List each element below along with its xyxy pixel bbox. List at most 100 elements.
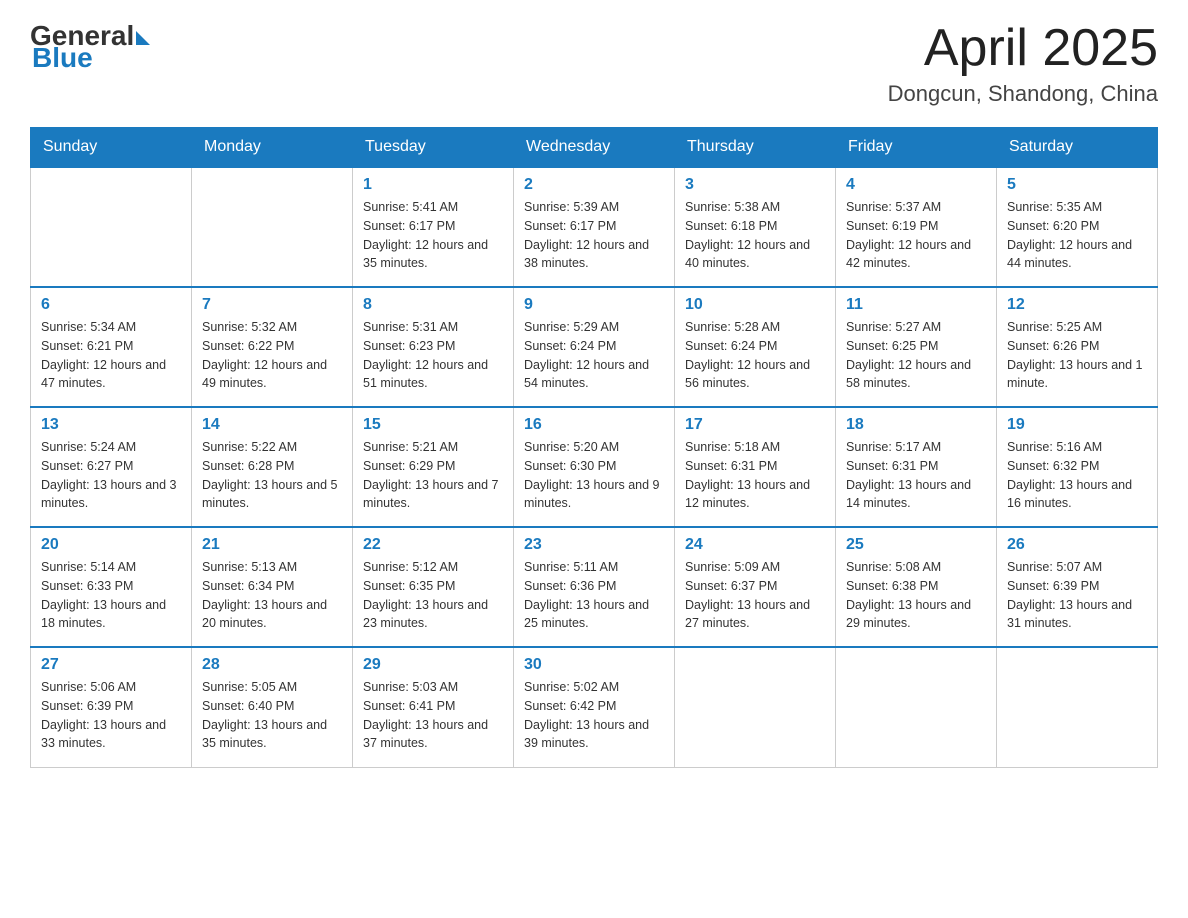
day-number: 15: [363, 416, 503, 434]
calendar-header: SundayMondayTuesdayWednesdayThursdayFrid…: [31, 128, 1158, 168]
calendar-day-cell: [836, 647, 997, 767]
day-number: 5: [1007, 176, 1147, 194]
page-header: General Blue April 2025 Dongcun, Shandon…: [30, 20, 1158, 107]
calendar-day-cell: 2 Sunrise: 5:39 AMSunset: 6:17 PMDaylight…: [514, 167, 675, 287]
calendar-day-cell: 17Sunrise: 5:18 AMSunset: 6:31 PMDayligh…: [675, 407, 836, 527]
calendar-day-cell: [31, 167, 192, 287]
day-number: 9: [524, 296, 664, 314]
logo-blue-text: Blue: [32, 42, 93, 74]
day-info: Sunrise: 5:18 AMSunset: 6:31 PMDaylight:…: [685, 438, 825, 513]
day-info: Sunrise: 5:32 AMSunset: 6:22 PMDaylight:…: [202, 318, 342, 393]
calendar-day-cell: 16 Sunrise: 5:20 AMSunset: 6:30 PMDayligh…: [514, 407, 675, 527]
day-info: Sunrise: 5:06 AMSunset: 6:39 PMDaylight:…: [41, 678, 181, 753]
day-number: 3: [685, 176, 825, 194]
calendar-day-cell: 8 Sunrise: 5:31 AMSunset: 6:23 PMDaylight…: [353, 287, 514, 407]
day-info: Sunrise: 5:27 AMSunset: 6:25 PMDaylight:…: [846, 318, 986, 393]
day-number: 21: [202, 536, 342, 554]
calendar-day-cell: 12 Sunrise: 5:25 AMSunset: 6:26 PMDayligh…: [997, 287, 1158, 407]
day-number: 23: [524, 536, 664, 554]
day-info: Sunrise: 5:03 AMSunset: 6:41 PMDaylight:…: [363, 678, 503, 753]
day-number: 2: [524, 176, 664, 194]
calendar-day-cell: 20 Sunrise: 5:14 AMSunset: 6:33 PMDayligh…: [31, 527, 192, 647]
day-info: Sunrise: 5:22 AMSunset: 6:28 PMDaylight:…: [202, 438, 342, 513]
day-number: 14: [202, 416, 342, 434]
calendar-day-cell: 19 Sunrise: 5:16 AMSunset: 6:32 PMDayligh…: [997, 407, 1158, 527]
day-number: 8: [363, 296, 503, 314]
day-info: Sunrise: 5:14 AMSunset: 6:33 PMDaylight:…: [41, 558, 181, 633]
day-number: 25: [846, 536, 986, 554]
calendar-day-cell: 9 Sunrise: 5:29 AMSunset: 6:24 PMDaylight…: [514, 287, 675, 407]
calendar-day-cell: 22 Sunrise: 5:12 AMSunset: 6:35 PMDayligh…: [353, 527, 514, 647]
calendar-day-cell: 3Sunrise: 5:38 AMSunset: 6:18 PMDaylight…: [675, 167, 836, 287]
day-of-week-header: Wednesday: [514, 128, 675, 168]
day-info: Sunrise: 5:35 AMSunset: 6:20 PMDaylight:…: [1007, 198, 1147, 273]
day-info: Sunrise: 5:09 AMSunset: 6:37 PMDaylight:…: [685, 558, 825, 633]
calendar-day-cell: [675, 647, 836, 767]
day-of-week-header: Thursday: [675, 128, 836, 168]
day-number: 7: [202, 296, 342, 314]
day-number: 28: [202, 656, 342, 674]
calendar-week-row: 20 Sunrise: 5:14 AMSunset: 6:33 PMDayligh…: [31, 527, 1158, 647]
calendar-day-cell: 18Sunrise: 5:17 AMSunset: 6:31 PMDayligh…: [836, 407, 997, 527]
header-row: SundayMondayTuesdayWednesdayThursdayFrid…: [31, 128, 1158, 168]
logo: General Blue: [30, 20, 150, 74]
day-number: 20: [41, 536, 181, 554]
calendar-body: 1 Sunrise: 5:41 AMSunset: 6:17 PMDaylight…: [31, 167, 1158, 767]
day-of-week-header: Tuesday: [353, 128, 514, 168]
day-info: Sunrise: 5:05 AMSunset: 6:40 PMDaylight:…: [202, 678, 342, 753]
calendar-day-cell: 10 Sunrise: 5:28 AMSunset: 6:24 PMDayligh…: [675, 287, 836, 407]
calendar-day-cell: [192, 167, 353, 287]
day-info: Sunrise: 5:34 AMSunset: 6:21 PMDaylight:…: [41, 318, 181, 393]
day-of-week-header: Sunday: [31, 128, 192, 168]
calendar-day-cell: 24 Sunrise: 5:09 AMSunset: 6:37 PMDayligh…: [675, 527, 836, 647]
day-of-week-header: Saturday: [997, 128, 1158, 168]
day-info: Sunrise: 5:31 AMSunset: 6:23 PMDaylight:…: [363, 318, 503, 393]
day-info: Sunrise: 5:12 AMSunset: 6:35 PMDaylight:…: [363, 558, 503, 633]
day-info: Sunrise: 5:17 AMSunset: 6:31 PMDaylight:…: [846, 438, 986, 513]
day-info: Sunrise: 5:20 AMSunset: 6:30 PMDaylight:…: [524, 438, 664, 513]
day-number: 10: [685, 296, 825, 314]
calendar-day-cell: 28 Sunrise: 5:05 AMSunset: 6:40 PMDayligh…: [192, 647, 353, 767]
day-info: Sunrise: 5:28 AMSunset: 6:24 PMDaylight:…: [685, 318, 825, 393]
day-number: 30: [524, 656, 664, 674]
day-info: Sunrise: 5:21 AMSunset: 6:29 PMDaylight:…: [363, 438, 503, 513]
day-number: 26: [1007, 536, 1147, 554]
day-info: Sunrise: 5:08 AMSunset: 6:38 PMDaylight:…: [846, 558, 986, 633]
day-info: Sunrise: 5:25 AMSunset: 6:26 PMDaylight:…: [1007, 318, 1147, 393]
calendar-day-cell: 13Sunrise: 5:24 AMSunset: 6:27 PMDayligh…: [31, 407, 192, 527]
calendar-day-cell: 7 Sunrise: 5:32 AMSunset: 6:22 PMDaylight…: [192, 287, 353, 407]
day-number: 13: [41, 416, 181, 434]
day-info: Sunrise: 5:16 AMSunset: 6:32 PMDaylight:…: [1007, 438, 1147, 513]
day-number: 1: [363, 176, 503, 194]
calendar-day-cell: 29 Sunrise: 5:03 AMSunset: 6:41 PMDayligh…: [353, 647, 514, 767]
calendar-day-cell: 30Sunrise: 5:02 AMSunset: 6:42 PMDayligh…: [514, 647, 675, 767]
day-number: 12: [1007, 296, 1147, 314]
calendar-day-cell: 14 Sunrise: 5:22 AMSunset: 6:28 PMDayligh…: [192, 407, 353, 527]
day-info: Sunrise: 5:37 AMSunset: 6:19 PMDaylight:…: [846, 198, 986, 273]
day-number: 16: [524, 416, 664, 434]
calendar-day-cell: 26 Sunrise: 5:07 AMSunset: 6:39 PMDayligh…: [997, 527, 1158, 647]
location-title: Dongcun, Shandong, China: [888, 81, 1158, 107]
calendar-week-row: 6Sunrise: 5:34 AMSunset: 6:21 PMDaylight…: [31, 287, 1158, 407]
day-info: Sunrise: 5:29 AMSunset: 6:24 PMDaylight:…: [524, 318, 664, 393]
calendar-table: SundayMondayTuesdayWednesdayThursdayFrid…: [30, 127, 1158, 768]
calendar-day-cell: 6Sunrise: 5:34 AMSunset: 6:21 PMDaylight…: [31, 287, 192, 407]
day-number: 29: [363, 656, 503, 674]
day-info: Sunrise: 5:39 AMSunset: 6:17 PMDaylight:…: [524, 198, 664, 273]
calendar-day-cell: 27Sunrise: 5:06 AMSunset: 6:39 PMDayligh…: [31, 647, 192, 767]
day-number: 11: [846, 296, 986, 314]
logo-arrow-icon: [136, 31, 150, 45]
calendar-day-cell: 25 Sunrise: 5:08 AMSunset: 6:38 PMDayligh…: [836, 527, 997, 647]
day-info: Sunrise: 5:13 AMSunset: 6:34 PMDaylight:…: [202, 558, 342, 633]
calendar-day-cell: 23Sunrise: 5:11 AMSunset: 6:36 PMDayligh…: [514, 527, 675, 647]
calendar-day-cell: [997, 647, 1158, 767]
day-number: 19: [1007, 416, 1147, 434]
calendar-week-row: 1 Sunrise: 5:41 AMSunset: 6:17 PMDaylight…: [31, 167, 1158, 287]
calendar-week-row: 13Sunrise: 5:24 AMSunset: 6:27 PMDayligh…: [31, 407, 1158, 527]
day-number: 22: [363, 536, 503, 554]
day-info: Sunrise: 5:41 AMSunset: 6:17 PMDaylight:…: [363, 198, 503, 273]
day-info: Sunrise: 5:07 AMSunset: 6:39 PMDaylight:…: [1007, 558, 1147, 633]
calendar-week-row: 27Sunrise: 5:06 AMSunset: 6:39 PMDayligh…: [31, 647, 1158, 767]
day-number: 4: [846, 176, 986, 194]
day-number: 24: [685, 536, 825, 554]
